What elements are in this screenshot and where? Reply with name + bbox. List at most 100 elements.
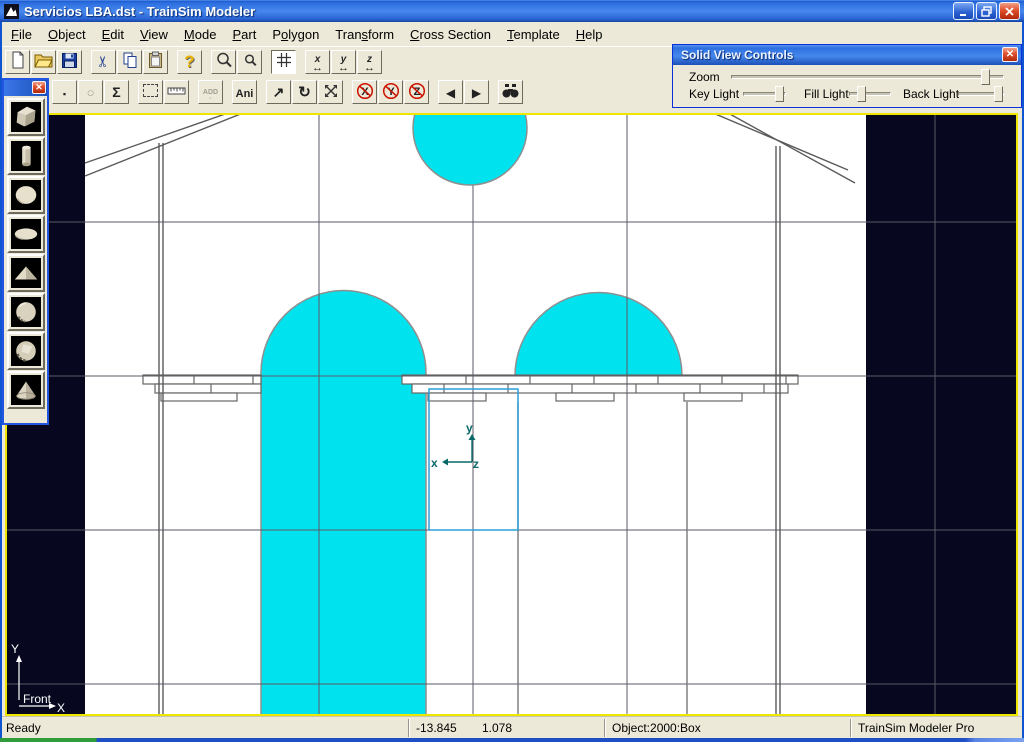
gizmo-x-label: x	[431, 456, 438, 470]
move-button[interactable]: ↗	[266, 80, 291, 104]
copy-icon	[121, 51, 139, 72]
shape-palette-title-bar[interactable]: ✕	[4, 80, 47, 96]
menu-help[interactable]: Help	[568, 24, 611, 45]
copy-button[interactable]	[117, 50, 142, 74]
paste-button[interactable]	[143, 50, 168, 74]
lock-x-icon: X	[356, 82, 374, 103]
zoom-slider[interactable]	[731, 69, 1004, 83]
drawing-paper	[85, 115, 866, 714]
axis-x-label: X	[57, 701, 65, 714]
axis-z-button[interactable]: z↔	[357, 50, 382, 74]
marquee-select-button[interactable]	[138, 80, 163, 104]
fill-light-slider-track[interactable]	[849, 92, 891, 96]
toolbar-group	[211, 50, 263, 74]
tool-sphere-button[interactable]	[7, 176, 45, 214]
prev-button[interactable]: ◀	[438, 80, 463, 104]
gizmo-y-label: y	[466, 421, 473, 435]
geosphere-2-icon	[11, 336, 41, 366]
status-message: Ready	[6, 721, 41, 735]
cut-icon: ✂	[97, 54, 110, 69]
toolbar-group: XYZ	[352, 80, 430, 104]
left-arch-door[interactable]	[261, 291, 426, 715]
zoom-slider-label: Zoom	[689, 70, 720, 84]
menu-transform[interactable]: Transform	[327, 24, 402, 45]
menu-object[interactable]: Object	[40, 24, 94, 45]
shape-palette-close-button[interactable]: ✕	[32, 81, 46, 94]
gizmo-z-label: z	[473, 457, 479, 471]
key-light-slider-label: Key Light	[689, 87, 739, 101]
new-file-button[interactable]	[5, 50, 30, 74]
lock-z-button[interactable]: Z	[404, 80, 429, 104]
toolbar-group: ADD▫	[198, 80, 224, 104]
add-point-button[interactable]: ADD▫	[198, 80, 223, 104]
close-button[interactable]	[999, 2, 1020, 20]
tool-cone-button[interactable]	[7, 371, 45, 409]
solid-view-controls-palette: Solid View Controls ✕ Zoom Key Light Fil…	[672, 44, 1022, 108]
scale-icon	[322, 82, 340, 103]
next-button[interactable]: ▶	[464, 80, 489, 104]
grid-toggle-button[interactable]	[271, 50, 296, 74]
zoom-out-icon	[241, 51, 259, 72]
status-separator	[850, 719, 852, 737]
key-light-slider[interactable]	[743, 86, 786, 100]
toolbar-group: ▪○ Σ	[52, 80, 130, 104]
open-file-button[interactable]	[31, 50, 56, 74]
tool-geosphere-2-button[interactable]	[7, 332, 45, 370]
menu-file[interactable]: File	[3, 24, 40, 45]
save-file-button[interactable]	[57, 50, 82, 74]
solid-view-title-bar[interactable]: Solid View Controls ✕	[673, 45, 1021, 65]
rotate-icon: ↻	[298, 85, 311, 100]
animate-button[interactable]: Ani	[232, 80, 257, 104]
menu-template[interactable]: Template	[499, 24, 568, 45]
restore-button[interactable]	[976, 2, 997, 20]
tool-wedge-button[interactable]	[7, 254, 45, 292]
back-light-slider-thumb[interactable]	[994, 86, 1003, 102]
toolbar-group: ◀▶	[438, 80, 490, 104]
ruler-button[interactable]	[164, 80, 189, 104]
app-icon	[4, 4, 19, 19]
lock-x-button[interactable]: X	[352, 80, 377, 104]
menu-part[interactable]: Part	[224, 24, 264, 45]
menu-edit[interactable]: Edit	[94, 24, 132, 45]
zoom-out-button[interactable]	[237, 50, 262, 74]
tool-cylinder-button[interactable]	[7, 137, 45, 175]
fill-light-slider-thumb[interactable]	[857, 86, 866, 102]
axis-y-button[interactable]: y↔	[331, 50, 356, 74]
solid-view-close-button[interactable]: ✕	[1002, 47, 1018, 62]
find-button[interactable]	[498, 80, 523, 104]
cursor-x-coordinate: -13.845	[416, 721, 457, 735]
zoom-slider-track[interactable]	[731, 75, 1004, 79]
tool-geosphere-button[interactable]	[7, 293, 45, 331]
prev-icon: ◀	[446, 85, 455, 100]
lock-y-button[interactable]: Y	[378, 80, 403, 104]
taskbar-edge[interactable]	[0, 738, 1024, 742]
point-button[interactable]: ▪	[52, 80, 77, 104]
cut-button[interactable]: ✂	[91, 50, 116, 74]
help-button[interactable]: ?	[177, 50, 202, 74]
menu-polygon[interactable]: Polygon	[264, 24, 327, 45]
marquee-select-icon	[143, 84, 158, 100]
sigma-icon: Σ	[112, 85, 120, 100]
zoom-in-button[interactable]	[211, 50, 236, 74]
axis-x-button[interactable]: x↔	[305, 50, 330, 74]
tool-ellipsoid-button[interactable]	[7, 215, 45, 253]
menu-cross-section[interactable]: Cross Section	[402, 24, 499, 45]
circle-button[interactable]: ○	[78, 80, 103, 104]
sigma-button[interactable]: Σ	[104, 80, 129, 104]
rotate-button[interactable]: ↻	[292, 80, 317, 104]
axis-y-label: Y	[11, 642, 19, 656]
tool-box-button[interactable]	[7, 98, 45, 136]
paste-icon	[147, 51, 164, 72]
menu-view[interactable]: View	[132, 24, 176, 45]
zoom-slider-thumb[interactable]	[981, 69, 990, 85]
viewport[interactable]: y x z Y Front X	[5, 113, 1018, 716]
scale-button[interactable]	[318, 80, 343, 104]
key-light-slider-thumb[interactable]	[775, 86, 784, 102]
menu-mode[interactable]: Mode	[176, 24, 225, 45]
menu-bar: FileObjectEditViewModePartPolygonTransfo…	[0, 22, 1024, 46]
fill-light-slider[interactable]	[849, 86, 891, 100]
minimize-button[interactable]	[953, 2, 974, 20]
drawing-canvas[interactable]: y x z Y Front X	[7, 115, 1016, 714]
back-light-slider[interactable]	[958, 86, 1004, 100]
lock-z-icon: Z	[408, 82, 426, 103]
